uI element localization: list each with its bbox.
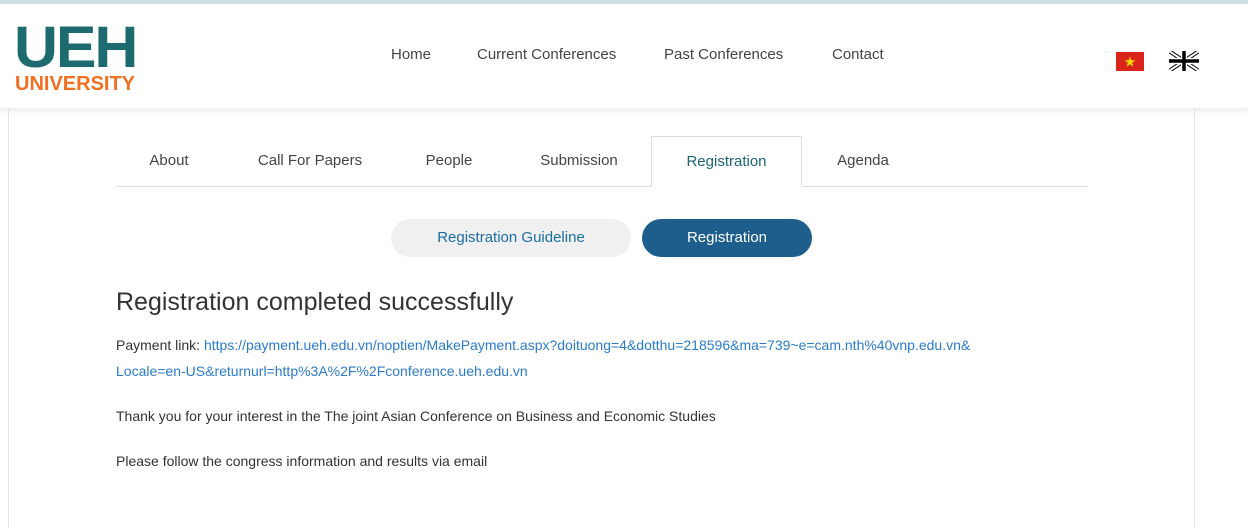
success-title: Registration completed successfully xyxy=(116,288,514,316)
payment-label: Payment link: xyxy=(116,337,204,353)
tab-people[interactable]: People xyxy=(412,136,486,186)
registration-button[interactable]: Registration xyxy=(642,219,812,257)
english-flag-icon[interactable] xyxy=(1169,51,1199,71)
payment-link[interactable]: https://payment.ueh.edu.vn/noptien/MakeP… xyxy=(116,337,970,379)
follow-email-message: Please follow the congress information a… xyxy=(116,453,488,469)
logo-university-text: UNIVERSITY xyxy=(15,73,136,95)
payment-url-line-1: https://payment.ueh.edu.vn/noptien/MakeP… xyxy=(203,337,971,353)
tab-registration[interactable]: Registration xyxy=(651,136,802,187)
vietnamese-flag-icon[interactable] xyxy=(1116,52,1144,71)
payment-url-line-2: Locale=en-US&returnurl=http%3A%2F%2Fconf… xyxy=(116,363,528,379)
payment-info: Payment link: https://payment.ueh.edu.vn… xyxy=(116,332,1096,384)
main-nav: Home Current Conferences Past Conference… xyxy=(0,46,1248,70)
thank-you-message: Thank you for your interest in the The j… xyxy=(116,408,716,424)
site-header: UEH UNIVERSITY Home Current Conferences … xyxy=(0,4,1248,108)
conference-tabs: About Call For Papers People Submission … xyxy=(116,136,1088,187)
registration-guideline-button[interactable]: Registration Guideline xyxy=(391,219,631,257)
nav-current-conferences[interactable]: Current Conferences xyxy=(477,46,616,63)
tab-agenda[interactable]: Agenda xyxy=(824,136,902,186)
nav-contact[interactable]: Contact xyxy=(832,46,884,63)
tab-about[interactable]: About xyxy=(136,136,202,186)
tab-submission[interactable]: Submission xyxy=(524,136,634,186)
nav-home[interactable]: Home xyxy=(391,46,431,63)
nav-past-conferences[interactable]: Past Conferences xyxy=(664,46,783,63)
tab-call-for-papers[interactable]: Call For Papers xyxy=(240,136,380,186)
